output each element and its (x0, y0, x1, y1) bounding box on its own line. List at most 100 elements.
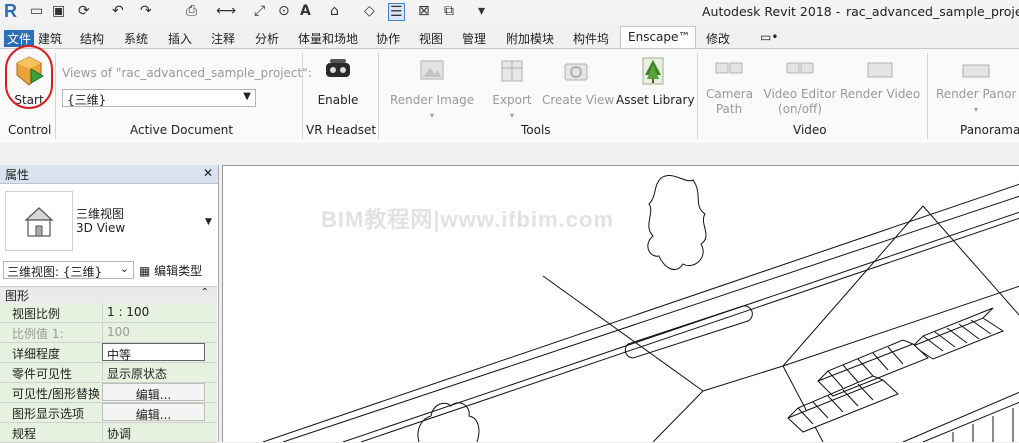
tag-icon[interactable]: ⊙ (278, 3, 290, 19)
property-value[interactable]: 协调 (102, 423, 205, 441)
table-row: 视图比例 1 : 100 (0, 303, 217, 323)
ribbon-tabs: 文件 建筑 结构 系统 插入 注释 分析 体量和场地 协作 视图 管理 附加模块… (0, 26, 1019, 48)
print-icon[interactable]: ⎙ (186, 3, 197, 19)
tab-manage[interactable]: 管理 (462, 30, 486, 47)
property-key: 详细程度 (12, 347, 61, 361)
render-video-button[interactable]: Render Video (840, 55, 920, 102)
measure-icon[interactable]: ⟷ (216, 3, 236, 19)
asset-library-button[interactable]: Asset Library (616, 55, 695, 108)
app-title: Autodesk Revit 2018 - (702, 4, 841, 19)
group-header-graphics[interactable]: 图形 ⌃ (0, 286, 217, 303)
active-view-select[interactable]: {三维} ▼ (62, 89, 256, 107)
table-row: 零件可见性 显示原状态 (0, 363, 217, 383)
edit-type-label: 编辑类型 (154, 264, 203, 278)
property-value[interactable]: 显示原状态 (102, 363, 205, 381)
tab-collaborate[interactable]: 协作 (376, 30, 400, 47)
table-row: 详细程度 中等 (0, 343, 217, 363)
thin-lines-icon[interactable]: ☰ (388, 3, 405, 21)
camera-path-icon (715, 62, 743, 74)
sync-icon[interactable]: ⟳ (78, 3, 90, 19)
table-row: 比例值 1: 100 (0, 323, 217, 343)
chevron-down-icon[interactable]: ▼ (205, 217, 212, 227)
enscape-ribbon: Start Control Views of "rac_advanced_sam… (0, 48, 1019, 144)
properties-title: 属性 (5, 168, 30, 182)
panel-label-vr-headset: VR Headset (306, 123, 377, 137)
tab-component-dock[interactable]: 构件坞 (573, 30, 609, 47)
property-key: 比例值 1: (12, 327, 64, 341)
video-editor-button[interactable]: Video Editor (on/off) (762, 55, 838, 117)
tab-view[interactable]: 视图 (419, 30, 443, 47)
group-title: 图形 (5, 289, 30, 303)
properties-palette: 属性 ✕ 三维视图 3D View ▼ 三维视图: {三维} ⌄ ▦ 编辑类型 … (0, 165, 219, 443)
chevron-down-icon: ⌄ (119, 262, 129, 275)
text-icon[interactable]: A (300, 3, 311, 19)
tab-systems[interactable]: 系统 (124, 30, 148, 47)
render-panorama-button[interactable]: Render Panora ▾ (936, 55, 1016, 117)
export-icon (501, 60, 523, 82)
edit-graphic-display-button[interactable]: 编辑... (102, 403, 205, 422)
project-title: rac_advanced_sample_project (846, 4, 1019, 19)
enable-label: Enable (317, 93, 359, 107)
edit-vg-button[interactable]: 编辑... (102, 383, 205, 402)
enable-vr-button[interactable]: Enable (316, 55, 360, 108)
video-editor-icon (786, 62, 814, 74)
panel-label-panorama: Panorama (960, 123, 1019, 137)
dimension-icon[interactable]: ⤢ (254, 3, 265, 19)
property-value[interactable]: 1 : 100 (102, 303, 205, 321)
3d-model-drawing (262, 175, 1019, 442)
close-hidden-icon[interactable]: ⊠ (418, 3, 430, 19)
options-bar (0, 143, 1019, 165)
revit-logo[interactable]: R (4, 1, 17, 22)
section-icon[interactable]: ◇ (364, 3, 375, 19)
tab-massing-site[interactable]: 体量和场地 (298, 30, 358, 47)
view-canvas[interactable]: BIM教程网|www.ifbim.com (222, 165, 1019, 442)
table-row: 图形显示选项 编辑... (0, 403, 217, 423)
render-video-label: Render Video (840, 87, 921, 101)
asset-library-label: Asset Library (616, 93, 695, 107)
type-selector[interactable]: 三维视图 3D View (76, 207, 125, 235)
tab-analyze[interactable]: 分析 (255, 30, 279, 47)
panel-separator (697, 53, 698, 139)
camera-path-label-2: Path (715, 102, 743, 116)
instance-filter-select[interactable]: 三维视图: {三维} ⌄ (3, 261, 134, 279)
tab-annotate[interactable]: 注释 (211, 30, 235, 47)
switch-windows-icon[interactable]: ⧉ (444, 3, 454, 19)
tab-extra-dropdown[interactable]: ▭• (760, 30, 778, 44)
panorama-icon (962, 64, 990, 78)
tab-modify[interactable]: 修改 (706, 30, 730, 47)
tab-structure[interactable]: 结构 (80, 30, 104, 47)
close-icon[interactable]: ✕ (203, 166, 213, 180)
type-preview[interactable] (5, 191, 73, 251)
edit-type-button[interactable]: ▦ 编辑类型 (139, 262, 202, 279)
panel-label-active-document: Active Document (130, 123, 234, 137)
property-key: 视图比例 (12, 307, 61, 321)
render-image-button[interactable]: Render Image ▾ (390, 55, 474, 123)
active-view-value: {三维} (67, 93, 107, 107)
render-video-icon (867, 62, 893, 78)
tab-enscape[interactable]: Enscape™ (620, 26, 696, 48)
dropdown-arrow-icon: ▾ (429, 111, 434, 120)
property-value[interactable]: 中等 (102, 343, 205, 362)
export-label: Export (492, 93, 532, 107)
table-row: 可见性/图形替换 编辑... (0, 383, 217, 403)
house-3d-icon (24, 207, 54, 237)
undo-icon[interactable]: ↶ (112, 3, 124, 19)
redo-icon[interactable]: ↷ (140, 3, 152, 19)
open-icon[interactable]: ▭ (30, 3, 43, 19)
tab-insert[interactable]: 插入 (168, 30, 192, 47)
edit-type-icon: ▦ (139, 264, 151, 278)
table-row: 规程 协调 (0, 423, 217, 443)
annotation-circle (5, 45, 53, 109)
save-icon[interactable]: ▣ (52, 3, 65, 19)
qat-dropdown-icon[interactable]: ▾ (478, 3, 485, 19)
tab-architecture[interactable]: 建筑 (38, 30, 62, 47)
create-view-button[interactable]: Create View (542, 55, 614, 108)
panel-separator (378, 53, 379, 139)
camera-path-button[interactable]: Camera Path (706, 55, 753, 117)
property-key: 可见性/图形替换 (12, 387, 101, 401)
export-button[interactable]: Export ▾ (490, 55, 534, 123)
3d-view-icon[interactable]: ⌂ (330, 3, 339, 19)
tree-icon (642, 57, 664, 85)
tab-addins[interactable]: 附加模块 (506, 30, 554, 47)
render-panorama-label: Render Panora (936, 87, 1016, 101)
